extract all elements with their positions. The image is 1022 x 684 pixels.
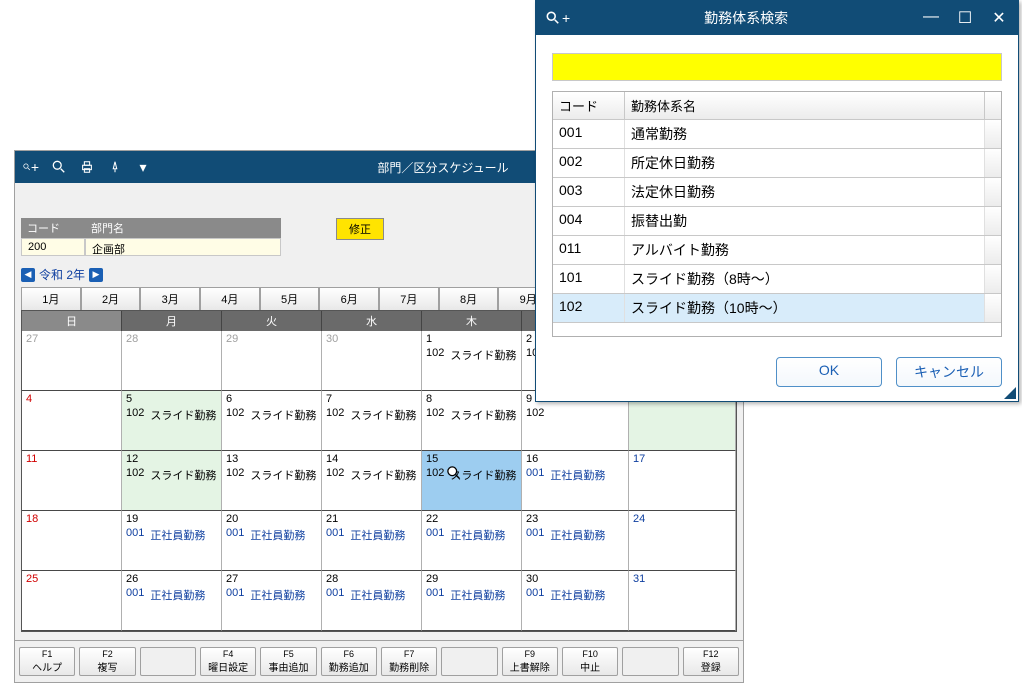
calendar-cell[interactable]: 28 [122, 331, 222, 391]
weekday-header: 日 [22, 311, 122, 331]
calendar-cell[interactable]: 12102スライド勤務 [122, 451, 222, 511]
calendar-cell[interactable]: 31 [629, 571, 736, 631]
dialog-search-input[interactable] [552, 53, 1002, 81]
month-tab[interactable]: 3月 [140, 287, 200, 310]
calendar-cell[interactable]: 22001正社員勤務 [422, 511, 522, 571]
fkey-f6[interactable]: F6勤務追加 [321, 647, 377, 676]
fkey-f1[interactable]: F1ヘルプ [19, 647, 75, 676]
calendar-cell[interactable]: 28001正社員勤務 [322, 571, 422, 631]
fkey-blank [622, 647, 678, 676]
dialog-title: 勤務体系検索 [570, 8, 922, 28]
search-dialog: + 勤務体系検索 — ☐ ✕ コード勤務体系名001通常勤務002所定休日勤務0… [535, 0, 1019, 402]
cancel-button[interactable]: キャンセル [896, 357, 1002, 387]
month-tab[interactable]: 4月 [200, 287, 260, 310]
code-label: コード [21, 218, 85, 238]
weekday-header: 月 [122, 311, 222, 331]
grid-row[interactable]: 001通常勤務 [553, 120, 1001, 149]
calendar-cell[interactable]: 8102スライド勤務 [422, 391, 522, 451]
calendar-cell[interactable]: 29 [222, 331, 322, 391]
era-prev-button[interactable]: ◀ [21, 268, 35, 282]
calendar-cell[interactable]: 5102スライド勤務 [122, 391, 222, 451]
weekday-header: 水 [322, 311, 422, 331]
calendar-cell[interactable]: 4 [22, 391, 122, 451]
calendar-cell[interactable]: 1102スライド勤務 [422, 331, 522, 391]
calendar-cell[interactable]: 6102スライド勤務 [222, 391, 322, 451]
month-tab[interactable]: 8月 [439, 287, 499, 310]
calendar-cell[interactable]: 30001正社員勤務 [522, 571, 629, 631]
month-tab[interactable]: 7月 [379, 287, 439, 310]
dept-label: 部門名 [85, 218, 281, 238]
fkey-f4[interactable]: F4曜日設定 [200, 647, 256, 676]
dept-input[interactable]: 企画部 [85, 238, 281, 256]
calendar-cell[interactable]: 13102スライド勤務 [222, 451, 322, 511]
cell-search-icon[interactable] [447, 466, 461, 480]
grid-row[interactable]: 003法定休日勤務 [553, 178, 1001, 207]
era-label: 令和 2年 [39, 266, 85, 283]
fkey-f2[interactable]: F2複写 [79, 647, 135, 676]
fkey-f10[interactable]: F10中止 [562, 647, 618, 676]
fkey-f7[interactable]: F7勤務削除 [381, 647, 437, 676]
month-tab[interactable]: 1月 [21, 287, 81, 310]
print-icon[interactable] [79, 159, 95, 175]
dropdown-icon[interactable]: ▾ [135, 159, 151, 175]
weekday-header: 木 [422, 311, 522, 331]
grid-row[interactable]: 002所定休日勤務 [553, 149, 1001, 178]
grid-row[interactable]: 011アルバイト勤務 [553, 236, 1001, 265]
calendar-cell[interactable]: 14102スライド勤務 [322, 451, 422, 511]
tool-icon[interactable] [107, 159, 123, 175]
calendar-cell[interactable]: 11 [22, 451, 122, 511]
calendar-cell[interactable]: 26001正社員勤務 [122, 571, 222, 631]
minimize-button[interactable]: — [922, 8, 940, 28]
calendar-cell[interactable]: 27001正社員勤務 [222, 571, 322, 631]
maximize-button[interactable]: ☐ [956, 8, 974, 28]
dialog-titlebar: + 勤務体系検索 — ☐ ✕ [536, 1, 1018, 35]
search-plus-icon[interactable]: + [546, 10, 570, 26]
calendar-cell[interactable]: 21001正社員勤務 [322, 511, 422, 571]
fkey-f12[interactable]: F12登録 [683, 647, 739, 676]
calendar-cell[interactable]: 25 [22, 571, 122, 631]
calendar-cell[interactable]: 19001正社員勤務 [122, 511, 222, 571]
calendar-cell[interactable]: 7102スライド勤務 [322, 391, 422, 451]
function-key-bar: F1ヘルプF2複写F4曜日設定F5事由追加F6勤務追加F7勤務削除F9上書解除F… [15, 640, 743, 682]
grid-row[interactable]: 101スライド勤務（8時～） [553, 265, 1001, 294]
calendar-cell[interactable]: 24 [629, 511, 736, 571]
era-next-button[interactable]: ▶ [89, 268, 103, 282]
grid-header: コード勤務体系名 [553, 92, 1001, 120]
calendar-cell[interactable]: 27 [22, 331, 122, 391]
month-tab[interactable]: 5月 [260, 287, 320, 310]
calendar-cell[interactable]: 20001正社員勤務 [222, 511, 322, 571]
grid-row[interactable]: 102スライド勤務（10時～） [553, 294, 1001, 323]
ok-button[interactable]: OK [776, 357, 882, 387]
fkey-f9[interactable]: F9上書解除 [502, 647, 558, 676]
status-badge: 修正 [336, 218, 384, 240]
close-button[interactable]: ✕ [990, 8, 1008, 28]
search-icon[interactable] [51, 159, 67, 175]
fkey-blank [441, 647, 497, 676]
fkey-blank [140, 647, 196, 676]
grid-row[interactable]: 004振替出勤 [553, 207, 1001, 236]
fkey-f5[interactable]: F5事由追加 [260, 647, 316, 676]
month-tab[interactable]: 6月 [319, 287, 379, 310]
calendar-cell[interactable]: 30 [322, 331, 422, 391]
search-plus-icon[interactable]: + [23, 159, 39, 175]
calendar-cell[interactable]: 29001正社員勤務 [422, 571, 522, 631]
result-grid: コード勤務体系名001通常勤務002所定休日勤務003法定休日勤務004振替出勤… [552, 91, 1002, 323]
calendar-cell[interactable]: 18 [22, 511, 122, 571]
weekday-header: 火 [222, 311, 322, 331]
month-tab[interactable]: 2月 [81, 287, 141, 310]
calendar-cell[interactable]: 17 [629, 451, 736, 511]
code-input[interactable]: 200 [21, 238, 85, 256]
calendar-cell[interactable]: 16001正社員勤務 [522, 451, 629, 511]
calendar-cell[interactable]: 15102スライド勤務 [422, 451, 522, 511]
resize-grip-icon[interactable] [1004, 387, 1016, 399]
calendar-cell[interactable]: 23001正社員勤務 [522, 511, 629, 571]
